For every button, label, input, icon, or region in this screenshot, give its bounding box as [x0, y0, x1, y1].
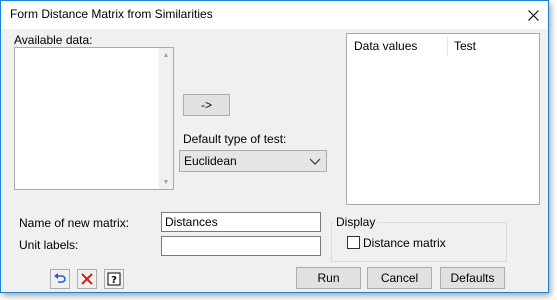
distance-matrix-checkbox[interactable]: [347, 236, 360, 249]
transfer-button-label: ->: [200, 98, 212, 112]
column-header-data-values[interactable]: Data values: [354, 34, 417, 58]
distance-matrix-label: Distance matrix: [363, 236, 446, 250]
cancel-button-label: Cancel: [380, 271, 419, 285]
help-icon: ?: [107, 272, 121, 286]
defaults-button[interactable]: Defaults: [440, 267, 505, 289]
new-matrix-label: Name of new matrix:: [19, 216, 130, 230]
unit-labels-input[interactable]: [161, 236, 321, 256]
cancel-button[interactable]: Cancel: [367, 267, 432, 289]
window-title: Form Distance Matrix from Similarities: [10, 7, 213, 21]
transfer-button[interactable]: ->: [183, 94, 230, 116]
clear-x-icon: [81, 273, 93, 285]
restore-button[interactable]: [50, 269, 70, 289]
unit-labels-label: Unit labels:: [19, 238, 79, 252]
default-test-value: Euclidean: [184, 154, 237, 168]
column-divider: [447, 37, 448, 56]
default-test-select[interactable]: Euclidean: [179, 150, 327, 172]
close-icon: [527, 9, 539, 21]
column-header-test[interactable]: Test: [454, 34, 476, 58]
run-button[interactable]: Run: [296, 267, 361, 289]
display-group-label: Display: [334, 215, 378, 229]
clear-button[interactable]: [77, 269, 97, 289]
close-button[interactable]: [518, 1, 548, 29]
available-data-label: Available data:: [14, 33, 93, 47]
defaults-button-label: Defaults: [450, 271, 495, 285]
available-data-scrollbar[interactable]: ▲ ▼: [159, 48, 173, 189]
data-values-table[interactable]: Data values Test: [346, 33, 540, 205]
scroll-up-icon[interactable]: ▲: [159, 48, 173, 62]
new-matrix-input[interactable]: [161, 212, 321, 232]
svg-text:?: ?: [111, 275, 117, 286]
help-button[interactable]: ?: [104, 269, 124, 289]
available-data-list[interactable]: ▲ ▼: [14, 47, 174, 190]
chevron-down-icon: [309, 158, 321, 165]
dialog-window: Form Distance Matrix from Similarities A…: [0, 0, 549, 293]
undo-icon: [54, 273, 66, 283]
default-test-label: Default type of test:: [183, 132, 287, 146]
title-bar: Form Distance Matrix from Similarities: [1, 1, 548, 29]
run-button-label: Run: [317, 271, 340, 285]
scroll-down-icon[interactable]: ▼: [159, 175, 173, 189]
